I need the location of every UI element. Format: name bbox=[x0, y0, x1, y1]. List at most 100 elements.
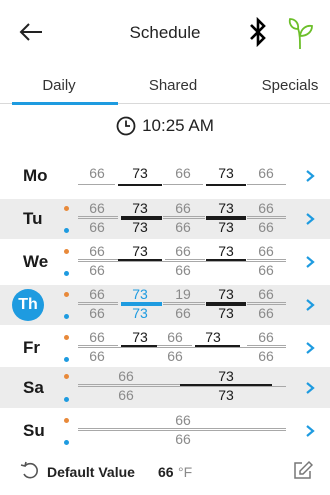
tab-shared[interactable]: Shared bbox=[118, 77, 228, 94]
tab-specials[interactable]: Specials bbox=[240, 77, 330, 94]
chevron-right-icon[interactable] bbox=[303, 341, 317, 355]
setpoint-value[interactable]: 66 bbox=[82, 219, 112, 235]
edit-icon[interactable] bbox=[293, 460, 314, 480]
zone-2-dot bbox=[64, 271, 69, 276]
zone-1-dot bbox=[64, 249, 69, 254]
setpoint-value[interactable]: 66 bbox=[111, 387, 141, 403]
schedule-segment-line bbox=[78, 384, 180, 385]
chevron-right-icon[interactable] bbox=[303, 212, 317, 226]
setpoint-value[interactable]: 66 bbox=[82, 200, 112, 216]
setpoint-value[interactable]: 73 bbox=[211, 387, 241, 403]
schedule-segment-line bbox=[247, 345, 286, 346]
current-time: 10:25 AM bbox=[142, 116, 214, 135]
day-label: Fr bbox=[23, 338, 40, 357]
schedule-segment-line bbox=[206, 184, 246, 186]
setpoint-value[interactable]: 66 bbox=[168, 219, 198, 235]
chevron-right-icon[interactable] bbox=[303, 381, 317, 395]
setpoint-value[interactable]: 66 bbox=[168, 200, 198, 216]
day-row-sa[interactable]: Sa 66 73 66 73 bbox=[0, 367, 330, 408]
zone-1-dot bbox=[64, 292, 69, 297]
app-header: Schedule bbox=[0, 0, 330, 64]
setpoint-value[interactable]: 73 bbox=[211, 286, 241, 302]
chevron-right-icon[interactable] bbox=[303, 298, 317, 312]
schedule-segment-line bbox=[247, 216, 286, 217]
setpoint-value[interactable]: 73 bbox=[211, 243, 241, 259]
setpoint-value[interactable]: 66 bbox=[82, 305, 112, 321]
setpoint-value[interactable]: 66 bbox=[168, 262, 198, 278]
default-value-unit: °F bbox=[178, 464, 193, 480]
setpoint-value[interactable]: 66 bbox=[168, 165, 198, 181]
schedule-segment-line bbox=[163, 302, 205, 303]
reset-icon[interactable] bbox=[20, 461, 40, 481]
tab-daily[interactable]: Daily bbox=[0, 77, 118, 94]
setpoint-value[interactable]: 73 bbox=[125, 243, 155, 259]
schedule-segment-line bbox=[118, 184, 162, 186]
chevron-right-icon[interactable] bbox=[303, 424, 317, 438]
setpoint-value[interactable]: 66 bbox=[251, 348, 281, 364]
setpoint-value[interactable]: 66 bbox=[168, 412, 198, 428]
current-time-row: 10:25 AM bbox=[0, 116, 330, 146]
zone-2-dot bbox=[64, 228, 69, 233]
setpoint-value[interactable]: 66 bbox=[251, 286, 281, 302]
day-label: Tu bbox=[23, 209, 43, 228]
setpoint-value[interactable]: 66 bbox=[168, 243, 198, 259]
day-row-mo[interactable]: Mo 66 73 66 73 66 bbox=[0, 156, 330, 196]
setpoint-value[interactable]: 73 bbox=[125, 165, 155, 181]
setpoint-value[interactable]: 66 bbox=[82, 243, 112, 259]
setpoint-value[interactable]: 66 bbox=[251, 200, 281, 216]
setpoint-value[interactable]: 66 bbox=[82, 262, 112, 278]
schedule-segment-line bbox=[247, 259, 286, 260]
schedule-segment-line bbox=[78, 302, 118, 303]
setpoint-value[interactable]: 73 bbox=[125, 329, 155, 345]
zone-2-dot bbox=[64, 397, 69, 402]
schedule-segment-line bbox=[78, 345, 118, 346]
setpoint-value[interactable]: 66 bbox=[251, 219, 281, 235]
setpoint-value[interactable]: 73 bbox=[211, 305, 241, 321]
setpoint-value[interactable]: 66 bbox=[168, 431, 198, 447]
schedule-segment-line bbox=[247, 302, 286, 303]
zone-1-dot bbox=[64, 418, 69, 423]
chevron-right-icon[interactable] bbox=[303, 169, 317, 183]
setpoint-value[interactable]: 66 bbox=[251, 243, 281, 259]
setpoint-value[interactable]: 73 bbox=[125, 286, 155, 302]
setpoint-value[interactable]: 19 bbox=[168, 286, 198, 302]
setpoint-value[interactable]: 66 bbox=[82, 286, 112, 302]
day-row-we[interactable]: We 66 73 66 73 66 66 66 66 bbox=[0, 242, 330, 282]
setpoint-value[interactable]: 73 bbox=[125, 200, 155, 216]
setpoint-value[interactable]: 73 bbox=[211, 368, 241, 384]
day-row-fr[interactable]: Fr 66 73 66 73 66 66 66 66 bbox=[0, 328, 330, 368]
clock-icon bbox=[116, 116, 136, 136]
setpoint-value[interactable]: 66 bbox=[251, 165, 281, 181]
setpoint-value[interactable]: 73 bbox=[198, 329, 228, 345]
day-label: Su bbox=[23, 421, 45, 440]
setpoint-value[interactable]: 73 bbox=[211, 200, 241, 216]
day-row-su[interactable]: Su 66 66 bbox=[0, 411, 330, 451]
bluetooth-icon[interactable] bbox=[249, 16, 267, 48]
setpoint-value[interactable]: 66 bbox=[160, 348, 190, 364]
setpoint-value[interactable]: 73 bbox=[211, 219, 241, 235]
default-value: 66 bbox=[158, 464, 174, 480]
setpoint-value[interactable]: 66 bbox=[251, 329, 281, 345]
schedule-segment-line bbox=[247, 184, 286, 185]
zone-1-dot bbox=[64, 374, 69, 379]
day-row-th[interactable]: Th 66 73 19 73 66 66 73 66 73 66 bbox=[0, 285, 330, 325]
setpoint-value[interactable]: 66 bbox=[251, 305, 281, 321]
setpoint-value[interactable]: 73 bbox=[125, 305, 155, 321]
setpoint-value[interactable]: 66 bbox=[111, 368, 141, 384]
day-label: We bbox=[23, 252, 49, 271]
day-row-tu[interactable]: Tu 66 73 66 73 66 66 73 66 73 66 bbox=[0, 199, 330, 239]
setpoint-value[interactable]: 66 bbox=[82, 329, 112, 345]
footer-bar: Default Value 66 °F bbox=[0, 455, 330, 495]
setpoint-value[interactable]: 66 bbox=[251, 262, 281, 278]
setpoint-value[interactable]: 66 bbox=[168, 305, 198, 321]
day-label: Mo bbox=[23, 166, 48, 185]
setpoint-value[interactable]: 73 bbox=[211, 165, 241, 181]
day-label: Sa bbox=[23, 377, 44, 397]
setpoint-value[interactable]: 66 bbox=[160, 329, 190, 345]
leaf-sprout-icon[interactable] bbox=[288, 16, 314, 50]
chevron-right-icon[interactable] bbox=[303, 255, 317, 269]
setpoint-value[interactable]: 73 bbox=[125, 219, 155, 235]
setpoint-value[interactable]: 66 bbox=[82, 348, 112, 364]
zone-1-dot bbox=[64, 206, 69, 211]
setpoint-value[interactable]: 66 bbox=[82, 165, 112, 181]
